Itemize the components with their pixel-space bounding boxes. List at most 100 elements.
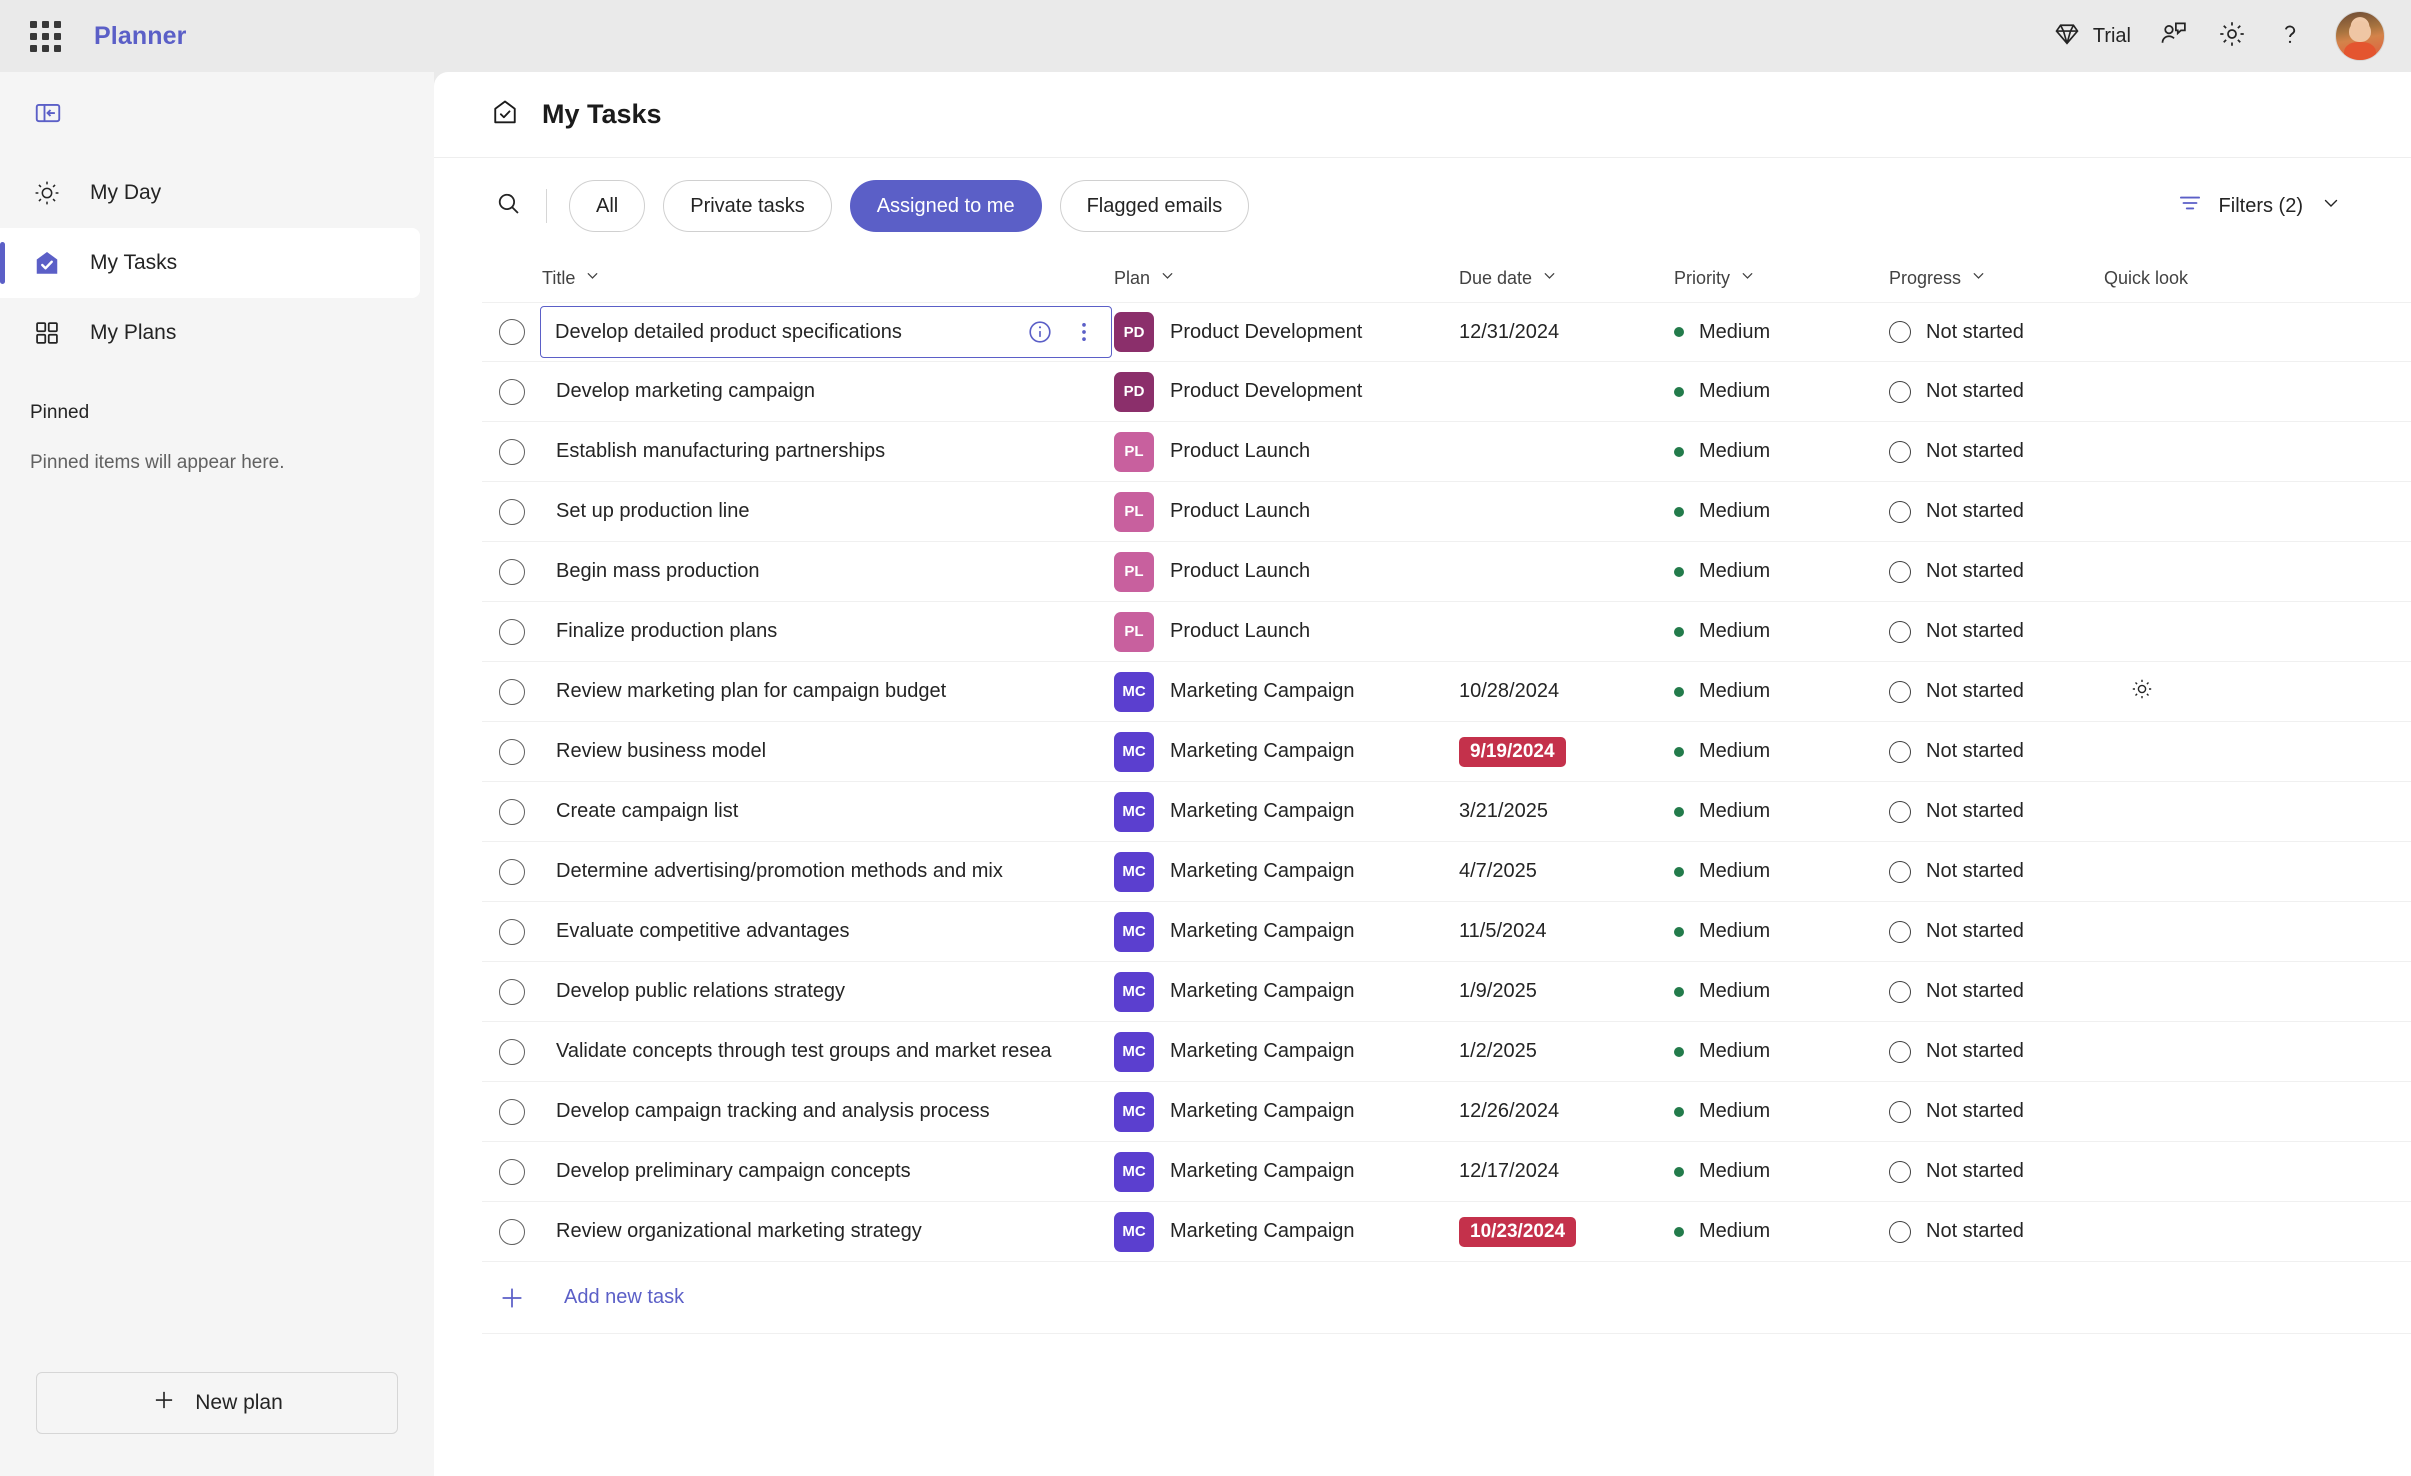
table-row[interactable]: Review marketing plan for campaign budge… bbox=[482, 662, 2411, 722]
more-options-icon[interactable] bbox=[1067, 315, 1101, 349]
task-due-date-cell[interactable]: 12/17/2024 bbox=[1459, 1160, 1674, 1183]
table-row[interactable]: Determine advertising/promotion methods … bbox=[482, 842, 2411, 902]
task-plan-cell[interactable]: MC Marketing Campaign bbox=[1114, 1031, 1459, 1072]
table-row[interactable]: Establish manufacturing partnerships PL Pr… bbox=[482, 422, 2411, 482]
task-progress-cell[interactable]: Not started bbox=[1889, 800, 2104, 823]
task-complete-checkbox[interactable] bbox=[482, 1158, 542, 1185]
search-button[interactable] bbox=[482, 180, 534, 232]
task-plan-cell[interactable]: PD Product Development bbox=[1114, 312, 1459, 352]
table-row[interactable]: Develop campaign tracking and analysis p… bbox=[482, 1082, 2411, 1142]
task-priority-cell[interactable]: Medium bbox=[1674, 500, 1889, 523]
col-title[interactable]: Title bbox=[542, 267, 1114, 289]
task-complete-checkbox[interactable] bbox=[482, 438, 542, 465]
task-progress-cell[interactable]: Not started bbox=[1889, 1160, 2104, 1183]
app-launcher-button[interactable] bbox=[18, 9, 72, 63]
sun-icon[interactable] bbox=[2130, 677, 2154, 707]
task-complete-checkbox[interactable] bbox=[482, 858, 542, 885]
task-title-cell[interactable]: Create campaign list bbox=[542, 800, 1114, 823]
task-progress-cell[interactable]: Not started bbox=[1889, 321, 2104, 344]
task-priority-cell[interactable]: Medium bbox=[1674, 1160, 1889, 1183]
table-row[interactable]: Create campaign list MC Marketing Campaign… bbox=[482, 782, 2411, 842]
table-row[interactable]: Begin mass production PL Product Launch Med… bbox=[482, 542, 2411, 602]
task-complete-checkbox[interactable] bbox=[482, 738, 542, 765]
task-priority-cell[interactable]: Medium bbox=[1674, 980, 1889, 1003]
table-row[interactable]: Review organizational marketing strategy… bbox=[482, 1202, 2411, 1262]
task-plan-cell[interactable]: PD Product Development bbox=[1114, 371, 1459, 412]
sidebar-item-my-plans[interactable]: My Plans bbox=[0, 298, 420, 368]
pill-all[interactable]: All bbox=[569, 180, 646, 232]
task-progress-cell[interactable]: Not started bbox=[1889, 1040, 2104, 1063]
task-progress-cell[interactable]: Not started bbox=[1889, 560, 2104, 583]
task-complete-checkbox[interactable] bbox=[482, 678, 542, 705]
task-due-date-cell[interactable]: 1/9/2025 bbox=[1459, 980, 1674, 1003]
table-row[interactable]: Finalize production plans PL Product Launc… bbox=[482, 602, 2411, 662]
task-priority-cell[interactable]: Medium bbox=[1674, 1100, 1889, 1123]
task-complete-checkbox[interactable] bbox=[482, 558, 542, 585]
task-progress-cell[interactable]: Not started bbox=[1889, 860, 2104, 883]
settings-button[interactable] bbox=[2205, 9, 2259, 63]
task-title-cell[interactable]: Finalize production plans bbox=[542, 620, 1114, 643]
sidebar-item-my-tasks[interactable]: My Tasks bbox=[0, 228, 420, 298]
task-priority-cell[interactable]: Medium bbox=[1674, 1220, 1889, 1243]
add-new-task-row[interactable]: Add new task bbox=[482, 1262, 2411, 1334]
col-plan[interactable]: Plan bbox=[1114, 267, 1459, 289]
task-priority-cell[interactable]: Medium bbox=[1674, 680, 1889, 703]
task-complete-checkbox[interactable] bbox=[482, 378, 542, 405]
task-progress-cell[interactable]: Not started bbox=[1889, 980, 2104, 1003]
task-title-cell[interactable]: Develop detailed product specifications bbox=[540, 306, 1114, 358]
task-complete-checkbox[interactable] bbox=[482, 498, 542, 525]
table-row[interactable]: Validate concepts through test groups an… bbox=[482, 1022, 2411, 1082]
task-title-cell[interactable]: Develop marketing campaign bbox=[542, 380, 1114, 403]
pill-assigned-to-me[interactable]: Assigned to me bbox=[849, 180, 1042, 232]
task-priority-cell[interactable]: Medium bbox=[1674, 1040, 1889, 1063]
filters-button[interactable]: Filters (2) bbox=[2165, 180, 2355, 232]
task-title-cell[interactable]: Develop preliminary campaign concepts bbox=[542, 1160, 1114, 1183]
task-progress-cell[interactable]: Not started bbox=[1889, 920, 2104, 943]
task-complete-checkbox[interactable] bbox=[482, 1038, 542, 1065]
task-title-cell[interactable]: Establish manufacturing partnerships bbox=[542, 440, 1114, 463]
task-priority-cell[interactable]: Medium bbox=[1674, 440, 1889, 463]
task-plan-cell[interactable]: PL Product Launch bbox=[1114, 491, 1459, 532]
task-due-date-cell[interactable]: 3/21/2025 bbox=[1459, 800, 1674, 823]
table-row[interactable]: Develop marketing campaign PD Product Deve… bbox=[482, 362, 2411, 422]
task-complete-checkbox[interactable] bbox=[482, 978, 542, 1005]
task-title-cell[interactable]: Develop public relations strategy bbox=[542, 980, 1114, 1003]
task-priority-cell[interactable]: Medium bbox=[1674, 380, 1889, 403]
table-row[interactable]: Review business model MC Marketing Campaig… bbox=[482, 722, 2411, 782]
pill-private-tasks[interactable]: Private tasks bbox=[663, 180, 832, 232]
task-progress-cell[interactable]: Not started bbox=[1889, 1220, 2104, 1243]
col-priority[interactable]: Priority bbox=[1674, 267, 1889, 289]
task-plan-cell[interactable]: MC Marketing Campaign bbox=[1114, 1091, 1459, 1132]
task-title-cell[interactable]: Determine advertising/promotion methods … bbox=[542, 860, 1114, 883]
help-button[interactable] bbox=[2263, 9, 2317, 63]
col-due-date[interactable]: Due date bbox=[1459, 267, 1674, 289]
task-plan-cell[interactable]: MC Marketing Campaign bbox=[1114, 911, 1459, 952]
task-due-date-cell[interactable]: 10/28/2024 bbox=[1459, 680, 1674, 703]
feedback-button[interactable] bbox=[2147, 9, 2201, 63]
avatar[interactable] bbox=[2335, 11, 2385, 61]
collapse-sidebar-button[interactable] bbox=[24, 93, 72, 137]
task-plan-cell[interactable]: MC Marketing Campaign bbox=[1114, 1151, 1459, 1192]
pill-flagged-emails[interactable]: Flagged emails bbox=[1059, 180, 1250, 232]
task-title-cell[interactable]: Develop campaign tracking and analysis p… bbox=[542, 1100, 1114, 1123]
task-progress-cell[interactable]: Not started bbox=[1889, 1100, 2104, 1123]
task-progress-cell[interactable]: Not started bbox=[1889, 500, 2104, 523]
task-title-cell[interactable]: Set up production line bbox=[542, 500, 1114, 523]
task-plan-cell[interactable]: PL Product Launch bbox=[1114, 611, 1459, 652]
task-quick-look-cell[interactable] bbox=[2104, 677, 2304, 707]
task-priority-cell[interactable]: Medium bbox=[1674, 560, 1889, 583]
task-plan-cell[interactable]: PL Product Launch bbox=[1114, 431, 1459, 472]
task-priority-cell[interactable]: Medium bbox=[1674, 321, 1889, 344]
table-row[interactable]: Evaluate competitive advantages MC Marketi… bbox=[482, 902, 2411, 962]
task-plan-cell[interactable]: MC Marketing Campaign bbox=[1114, 791, 1459, 832]
task-priority-cell[interactable]: Medium bbox=[1674, 860, 1889, 883]
task-priority-cell[interactable]: Medium bbox=[1674, 740, 1889, 763]
sidebar-item-my-day[interactable]: My Day bbox=[0, 158, 420, 228]
table-row[interactable]: Develop public relations strategy MC Marke… bbox=[482, 962, 2411, 1022]
task-priority-cell[interactable]: Medium bbox=[1674, 620, 1889, 643]
task-title-cell[interactable]: Review marketing plan for campaign budge… bbox=[542, 680, 1114, 703]
task-title-cell[interactable]: Review organizational marketing strategy bbox=[542, 1220, 1114, 1243]
task-complete-checkbox[interactable] bbox=[482, 1098, 542, 1125]
task-plan-cell[interactable]: MC Marketing Campaign bbox=[1114, 971, 1459, 1012]
task-progress-cell[interactable]: Not started bbox=[1889, 440, 2104, 463]
